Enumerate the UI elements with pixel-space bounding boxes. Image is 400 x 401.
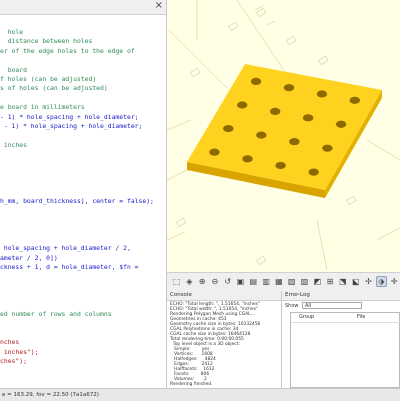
hole — [223, 124, 234, 133]
show-filter-value: All — [305, 303, 312, 309]
code-line[interactable]: hole_spacing + hole_diameter / 2, — [0, 244, 131, 253]
error-log-table: Group File — [290, 312, 400, 388]
console-panel: Console ECHO: "Total length: ", 1.51654,… — [167, 291, 282, 388]
editor-titlebar: × — [0, 0, 166, 15]
hole — [283, 84, 295, 92]
hole — [322, 144, 333, 152]
error-log-panel: Error-Log Show All Group File — [282, 291, 400, 388]
code-line[interactable]: distance between holes — [0, 37, 93, 46]
view-all-button[interactable]: ⬚ — [171, 276, 182, 287]
code-line[interactable]: ameter / 2, 0]) — [0, 254, 58, 263]
code-line[interactable]: ches"); — [0, 357, 27, 366]
render-canvas[interactable] — [167, 0, 400, 272]
code-line[interactable]: h_mm, board_thickness], center = false); — [0, 197, 154, 206]
status-text: e = 163.29, fov = 22.50 (7a1a672) — [2, 392, 99, 398]
show-edges-button[interactable]: ⬗ — [375, 276, 387, 287]
show-axes-button[interactable]: ✢ — [363, 276, 374, 287]
status-bar: e = 163.29, fov = 22.50 (7a1a672) — [0, 388, 400, 401]
column-header-group[interactable]: Group — [291, 313, 339, 323]
center-view-button[interactable]: ⊞ — [325, 276, 336, 287]
view-back-button[interactable]: ▨ — [299, 276, 310, 287]
view-3d-button[interactable]: ◈ — [184, 276, 195, 287]
code-line[interactable]: - 1) * hole_spacing + hole_diameter; — [0, 122, 143, 131]
code-line[interactable]: er of the edge holes to the edge of — [0, 47, 135, 56]
zoom-in-button[interactable]: ⊕ — [197, 276, 208, 287]
reset-view-button[interactable]: ↺ — [222, 276, 233, 287]
zoom-out-button[interactable]: ⊖ — [209, 276, 220, 287]
code-line[interactable]: s of holes (can be adjusted) — [0, 84, 108, 93]
3d-viewport[interactable] — [167, 0, 400, 272]
console-line: Rendering finished. — [170, 382, 213, 387]
hole — [349, 96, 361, 104]
error-log-title-label: Error-Log — [285, 292, 310, 298]
console-title: Console — [167, 291, 281, 301]
code-line[interactable]: ckness + 1, d = hole_diameter, $fn = — [0, 263, 139, 272]
hole — [335, 120, 347, 128]
hole — [269, 107, 281, 116]
orthogonal-button[interactable]: ⬕ — [350, 276, 361, 287]
hole — [275, 161, 286, 170]
hole — [289, 138, 300, 146]
show-label: Show — [285, 303, 299, 309]
hole — [236, 101, 248, 109]
error-log-title: Error-Log — [282, 291, 400, 301]
view-bottom-button[interactable]: ▥ — [261, 276, 272, 287]
view-left-button[interactable]: ▦ — [273, 276, 284, 287]
close-icon[interactable]: × — [155, 0, 163, 11]
hole — [209, 148, 220, 156]
code-line[interactable]: e board in millimeters — [0, 103, 85, 112]
code-line[interactable]: board — [0, 66, 27, 75]
view-top-button[interactable]: ▤ — [248, 276, 259, 287]
show-crosshairs-button[interactable]: ✛ — [389, 276, 400, 287]
show-filter-select[interactable]: All — [302, 302, 362, 309]
code-line[interactable]: - 1) * hole_spacing + hole_diameter; — [0, 113, 139, 122]
hole — [256, 131, 267, 139]
view-right-button[interactable]: ▣ — [235, 276, 246, 287]
code-line[interactable]: inches — [0, 141, 27, 150]
column-header-file[interactable]: File — [339, 313, 400, 323]
view-toolbar: ⬚ ◈ ⊕ ⊖ ↺ ▣ ▤ ▥ ▦ ▧ ▨ ◩ ⊞ ⬔ ⬕ ✢ ⬗ ✛ — [167, 272, 400, 292]
hole — [250, 77, 262, 85]
hole — [302, 114, 314, 122]
hole — [316, 90, 328, 98]
view-front-button[interactable]: ▧ — [286, 276, 297, 287]
perspective-button[interactable]: ⬔ — [337, 276, 348, 287]
hole — [308, 168, 319, 176]
code-line[interactable]: inches"); — [0, 348, 39, 357]
code-line[interactable]: f holes (can be adjusted) — [0, 75, 96, 84]
code-line[interactable]: ed number of rows and columns — [0, 310, 112, 319]
code-area[interactable]: hole distance between holes er of the edg… — [0, 28, 166, 374]
code-line[interactable]: nches — [0, 338, 19, 347]
hole — [242, 155, 253, 163]
code-editor-panel[interactable]: × hole distance between holes er of the e… — [0, 0, 167, 388]
console-title-label: Console — [170, 292, 192, 298]
code-line[interactable]: hole — [0, 28, 23, 37]
diagonal-view-button[interactable]: ◩ — [312, 276, 323, 287]
